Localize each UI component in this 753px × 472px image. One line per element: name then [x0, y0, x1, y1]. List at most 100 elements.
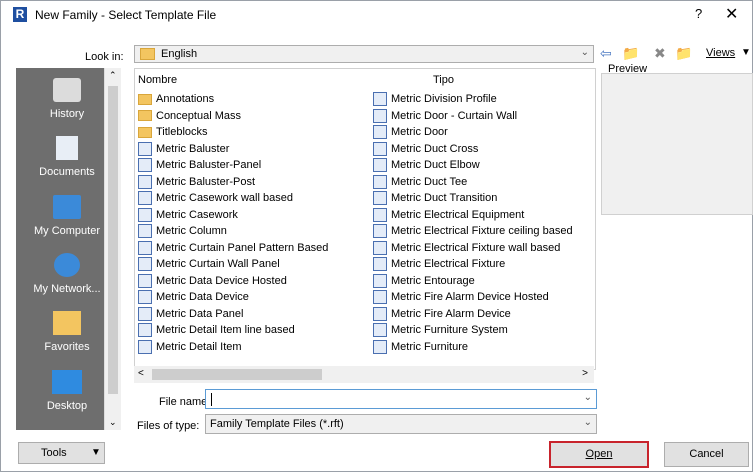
- place-desktop[interactable]: Desktop: [16, 370, 118, 412]
- chevron-down-icon[interactable]: ⌄: [584, 392, 592, 403]
- new-folder-icon[interactable]: 📁: [675, 45, 692, 61]
- place-documents[interactable]: Documents: [16, 136, 118, 178]
- item-label: Metric Electrical Fixture ceiling based: [391, 225, 573, 237]
- column-header-name[interactable]: Nombre: [138, 74, 177, 86]
- places-scrollbar[interactable]: ⌃ ⌄: [104, 68, 121, 430]
- preview-pane: [601, 73, 753, 215]
- close-button[interactable]: ✕: [725, 4, 738, 24]
- rft-file-icon: [373, 141, 387, 156]
- folder-list-item[interactable]: Annotations: [138, 91, 214, 107]
- scroll-up-icon[interactable]: ⌃: [109, 70, 117, 81]
- item-label: Metric Baluster: [156, 142, 230, 155]
- help-button[interactable]: ?: [695, 6, 702, 21]
- template-file-item[interactable]: Metric Entourage: [373, 273, 475, 289]
- item-label: Metric Curtain Wall Panel: [156, 258, 280, 270]
- template-file-item[interactable]: Metric Electrical Fixture ceiling based: [373, 223, 573, 239]
- template-file-item[interactable]: Metric Electrical Fixture wall based: [373, 240, 560, 256]
- tools-button[interactable]: Tools ▼: [18, 442, 105, 464]
- delete-icon[interactable]: ✖: [654, 45, 666, 61]
- revit-app-icon: R: [13, 7, 27, 22]
- files-of-type-combo[interactable]: Family Template Files (*.rft) ⌄: [205, 414, 597, 434]
- template-file-item[interactable]: Metric Duct Transition: [373, 190, 497, 206]
- rft-file-icon: [373, 273, 387, 288]
- rft-file-icon: [138, 158, 152, 173]
- up-folder-icon[interactable]: 📁: [622, 45, 639, 61]
- place-my-network[interactable]: My Network...: [16, 253, 118, 295]
- rft-file-icon: [138, 257, 152, 272]
- hscroll-thumb[interactable]: [152, 369, 322, 380]
- place-history[interactable]: History: [16, 78, 118, 120]
- tools-label: Tools: [41, 447, 67, 459]
- file-name-label: File name:: [159, 396, 211, 408]
- template-file-item[interactable]: Metric Casework: [138, 207, 238, 223]
- item-label: Metric Fire Alarm Device Hosted: [391, 291, 549, 303]
- place-favorites[interactable]: Favorites: [16, 311, 118, 353]
- template-file-item[interactable]: Metric Data Device Hosted: [138, 273, 287, 289]
- views-dropdown-icon[interactable]: ▼: [741, 47, 751, 58]
- look-in-label: Look in:: [85, 51, 124, 63]
- template-file-item[interactable]: Metric Curtain Panel Pattern Based: [138, 240, 328, 256]
- column-header-type[interactable]: Tipo: [433, 74, 454, 86]
- rft-file-icon: [373, 306, 387, 321]
- template-file-item[interactable]: Metric Baluster-Panel: [138, 157, 261, 173]
- folder-icon: [138, 110, 152, 122]
- places-scroll-thumb[interactable]: [108, 86, 118, 394]
- scroll-down-icon[interactable]: ⌄: [109, 417, 117, 428]
- rft-file-icon: [138, 141, 152, 156]
- item-label: Metric Electrical Fixture: [391, 258, 506, 270]
- open-button[interactable]: Open: [549, 441, 649, 468]
- file-name-input[interactable]: ⌄: [205, 389, 597, 409]
- file-list-hscrollbar[interactable]: < >: [134, 366, 594, 383]
- folder-list-item[interactable]: Conceptual Mass: [138, 108, 241, 124]
- item-label: Metric Duct Cross: [391, 142, 479, 155]
- computer-icon: [53, 195, 81, 219]
- template-file-item[interactable]: Metric Duct Cross: [373, 141, 478, 157]
- rft-file-icon: [138, 323, 152, 338]
- template-file-item[interactable]: Metric Baluster-Post: [138, 174, 255, 190]
- template-file-item[interactable]: Metric Baluster: [138, 141, 229, 157]
- rft-file-icon: [138, 174, 152, 189]
- template-file-item[interactable]: Metric Fire Alarm Device Hosted: [373, 289, 549, 305]
- rft-file-icon: [138, 339, 152, 354]
- template-file-item[interactable]: Metric Casework wall based: [138, 190, 293, 206]
- cancel-button[interactable]: Cancel: [664, 442, 749, 467]
- rft-file-icon: [373, 108, 387, 123]
- item-label: Metric Door: [391, 126, 448, 138]
- views-button[interactable]: Views: [706, 47, 735, 59]
- file-list[interactable]: Nombre Tipo Annotations Conceptual Mass Ti…: [134, 68, 596, 370]
- tools-dropdown-icon: ▼: [91, 447, 101, 458]
- template-file-item[interactable]: Metric Detail Item line based: [138, 322, 295, 338]
- template-file-item[interactable]: Metric Electrical Equipment: [373, 207, 524, 223]
- scroll-right-icon[interactable]: >: [582, 368, 588, 379]
- template-file-item[interactable]: Metric Curtain Wall Panel: [138, 256, 280, 272]
- template-file-item[interactable]: Metric Furniture System: [373, 322, 508, 338]
- template-file-item[interactable]: Metric Data Device: [138, 289, 249, 305]
- look-in-combo[interactable]: English ⌄: [134, 45, 594, 63]
- item-label: Metric Electrical Equipment: [391, 208, 525, 221]
- place-label: History: [49, 108, 85, 120]
- template-file-item[interactable]: Metric Furniture: [373, 339, 468, 355]
- item-label: Metric Electrical Fixture wall based: [391, 241, 561, 254]
- template-file-item[interactable]: Metric Electrical Fixture: [373, 256, 505, 272]
- item-label: Metric Baluster-Post: [156, 175, 256, 188]
- template-file-item[interactable]: Metric Division Profile: [373, 91, 497, 107]
- template-file-item[interactable]: Metric Door - Curtain Wall: [373, 108, 517, 124]
- item-label: Metric Entourage: [391, 274, 475, 287]
- place-label: My Computer: [33, 225, 101, 237]
- scroll-left-icon[interactable]: <: [138, 368, 144, 379]
- template-file-item[interactable]: Metric Duct Elbow: [373, 157, 480, 173]
- rft-file-icon: [138, 207, 152, 222]
- template-file-item[interactable]: Metric Duct Tee: [373, 174, 467, 190]
- template-file-item[interactable]: Metric Detail Item: [138, 339, 242, 355]
- rft-file-icon: [373, 207, 387, 222]
- place-my-computer[interactable]: My Computer: [16, 195, 118, 237]
- template-file-item[interactable]: Metric Data Panel: [138, 306, 243, 322]
- rft-file-icon: [138, 306, 152, 321]
- template-file-item[interactable]: Metric Door: [373, 124, 448, 140]
- window-title: New Family - Select Template File: [35, 8, 217, 22]
- template-file-item[interactable]: Metric Fire Alarm Device: [373, 306, 511, 322]
- template-file-item[interactable]: Metric Column: [138, 223, 227, 239]
- back-arrow-icon[interactable]: ⇦: [600, 45, 612, 61]
- folder-icon: [138, 93, 152, 105]
- folder-list-item[interactable]: Titleblocks: [138, 124, 208, 140]
